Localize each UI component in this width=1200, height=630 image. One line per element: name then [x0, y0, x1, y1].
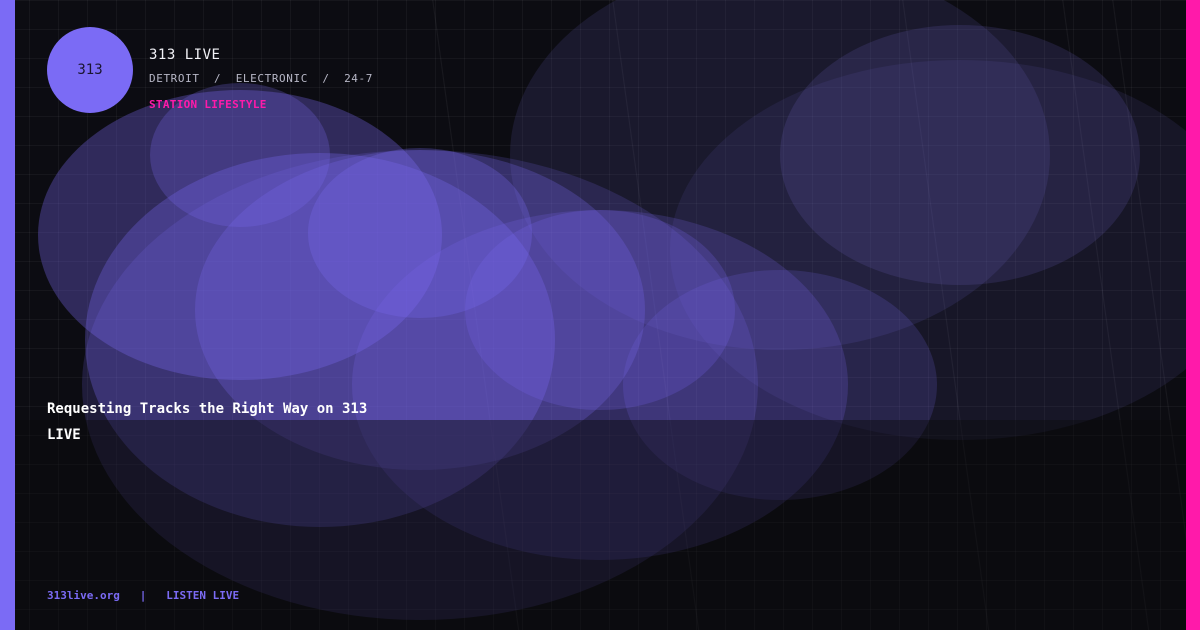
- article-headline: Requesting Tracks the Right Way on 313 L…: [47, 401, 368, 443]
- station-location: DETROIT: [149, 72, 200, 85]
- logo-text: 313: [77, 62, 103, 78]
- category-tag: STATION LIFESTYLE: [149, 98, 267, 111]
- station-schedule: 24-7: [344, 72, 373, 85]
- footer-divider: |: [139, 589, 147, 602]
- listen-live-link[interactable]: LISTEN LIVE: [166, 589, 239, 602]
- footer: 313live.org | LISTEN LIVE: [47, 589, 239, 602]
- right-accent-bar: [1186, 0, 1200, 630]
- station-genre: ELECTRONIC: [235, 72, 308, 85]
- station-meta: DETROIT / ELECTRONIC / 24-7: [149, 72, 373, 85]
- share-card: 313 313 LIVE DETROIT / ELECTRONIC / 24-7…: [0, 0, 1200, 630]
- left-accent-bar: [0, 0, 15, 630]
- meta-separator: /: [214, 72, 222, 85]
- station-name: 313 LIVE: [149, 47, 221, 63]
- footer-domain: 313live.org: [47, 589, 120, 602]
- meta-separator: /: [322, 72, 330, 85]
- station-logo: 313: [47, 27, 133, 113]
